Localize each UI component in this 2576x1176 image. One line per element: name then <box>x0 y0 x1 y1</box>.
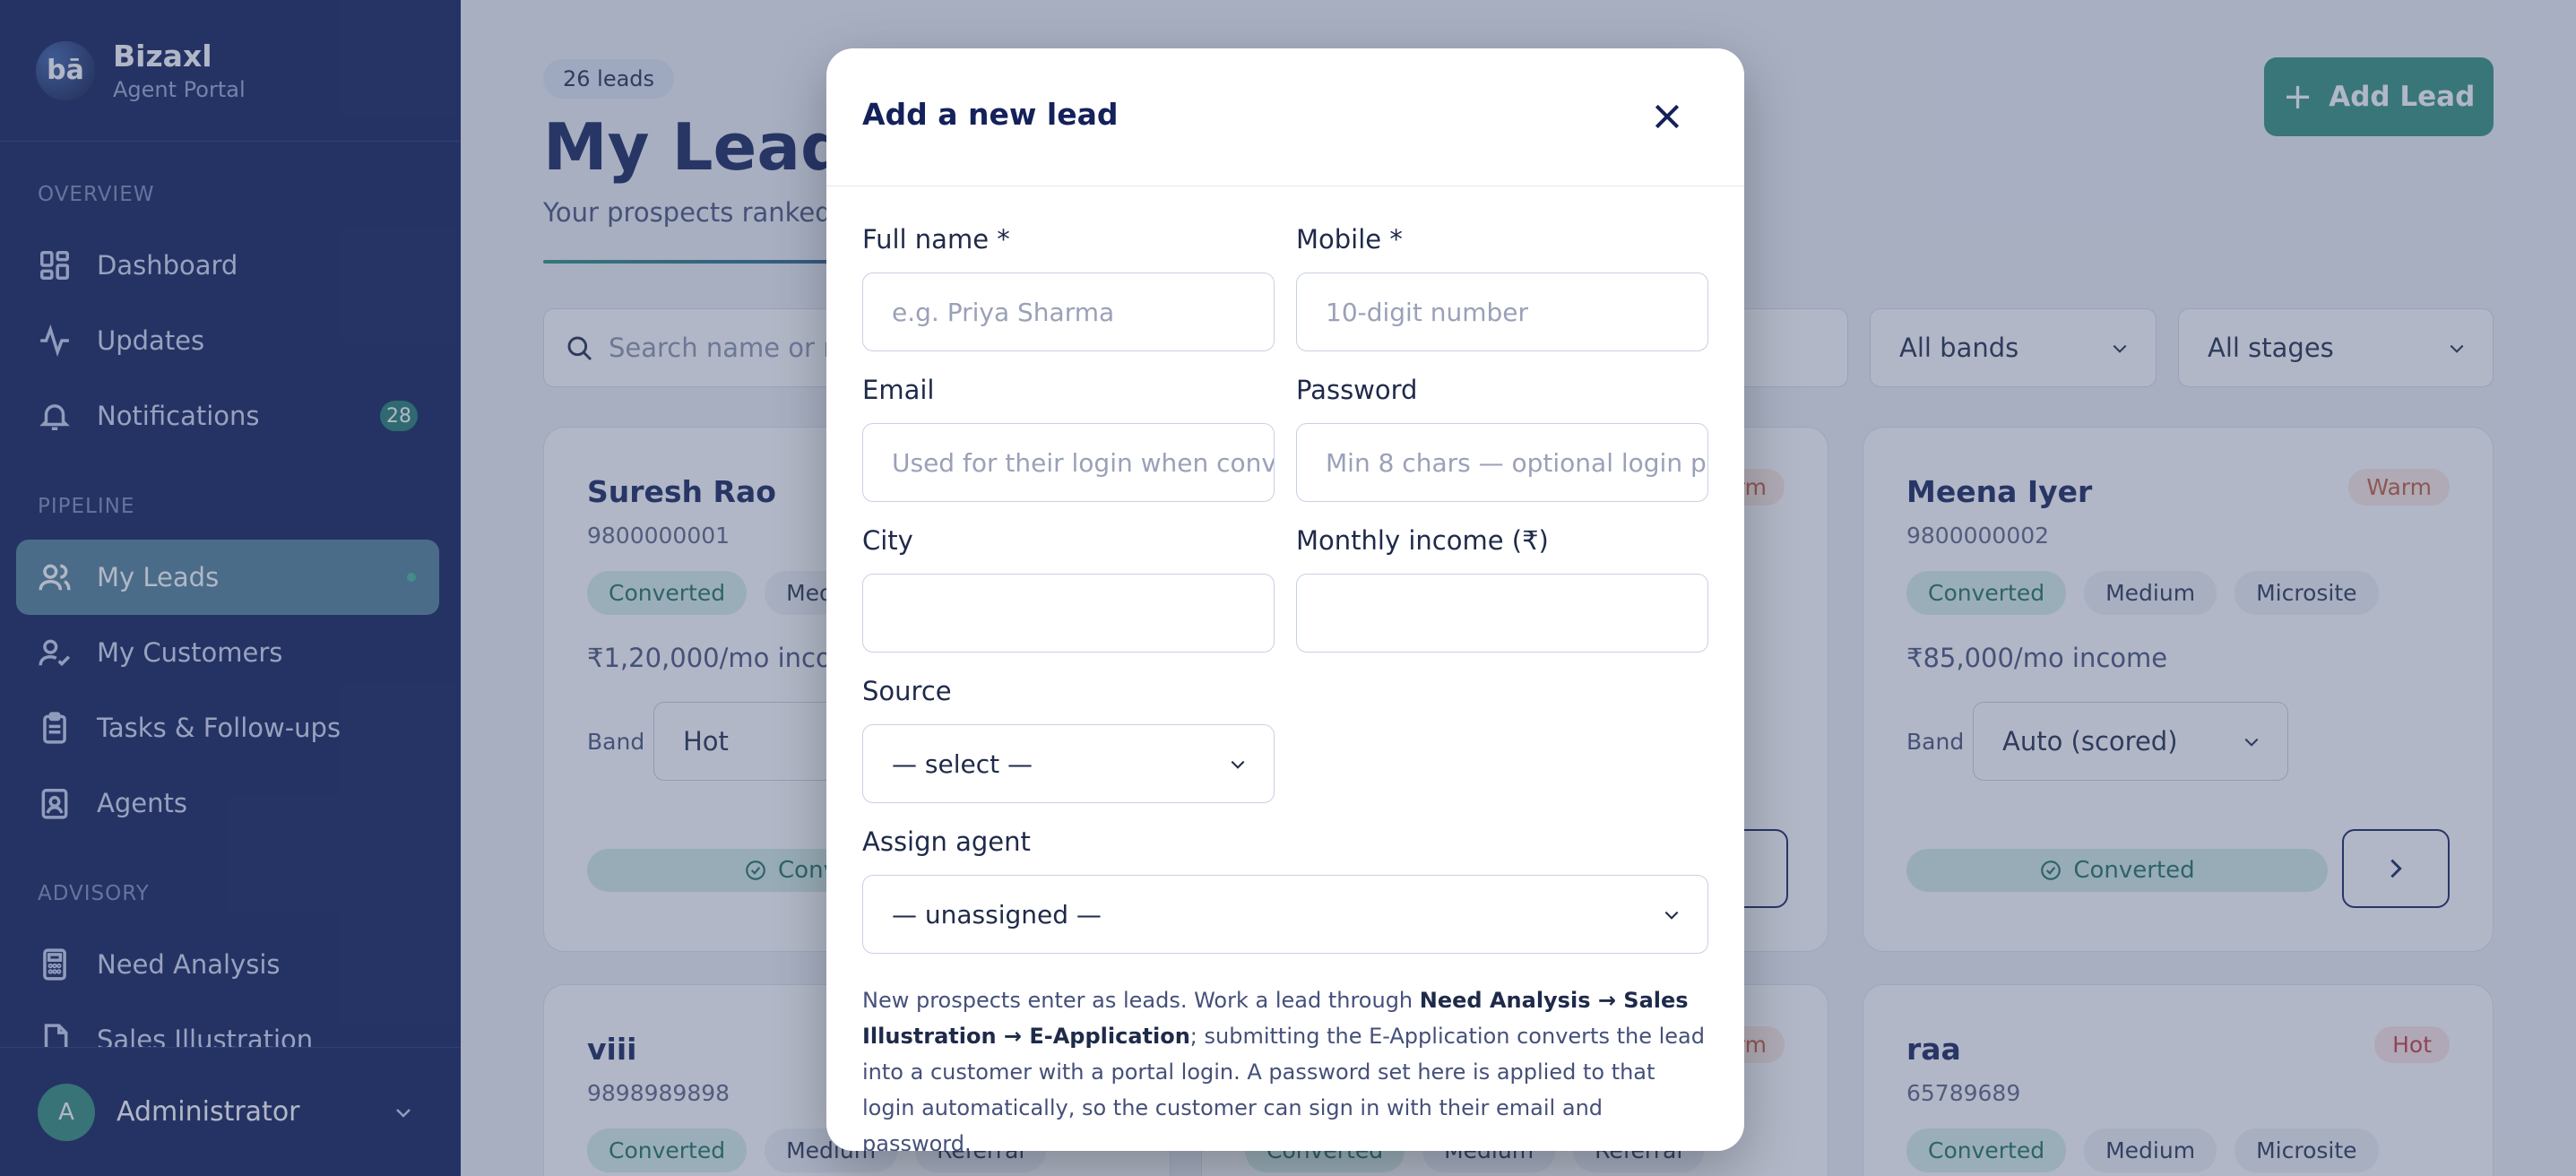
mobile-label: Mobile * <box>1296 224 1403 255</box>
mobile-placeholder: 10-digit number <box>1326 297 1528 327</box>
assign-agent-label: Assign agent <box>862 826 1031 857</box>
email-placeholder: Used for their login when conv <box>892 447 1275 478</box>
close-icon[interactable] <box>1649 99 1685 134</box>
city-input[interactable] <box>862 574 1275 653</box>
source-select[interactable]: — select — <box>862 724 1275 803</box>
mobile-input[interactable]: 10-digit number <box>1296 272 1708 351</box>
income-label: Monthly income (₹) <box>1296 525 1549 556</box>
password-input[interactable]: Min 8 chars — optional login pa <box>1296 423 1708 502</box>
full-name-placeholder: e.g. Priya Sharma <box>892 297 1115 327</box>
source-label: Source <box>862 676 952 706</box>
source-value: — select — <box>892 748 1033 779</box>
agent-value: — unassigned — <box>892 899 1102 930</box>
help-text: New prospects enter as leads. Work a lea… <box>862 988 1705 1151</box>
chevron-down-icon <box>1231 760 1245 769</box>
assign-agent-select[interactable]: — unassigned — <box>862 875 1708 954</box>
chevron-down-icon <box>1664 911 1679 920</box>
income-input[interactable] <box>1296 574 1708 653</box>
email-input[interactable]: Used for their login when conv <box>862 423 1275 502</box>
full-name-label: Full name * <box>862 224 1010 255</box>
email-label: Email <box>862 375 935 405</box>
add-lead-dialog: Add a new lead Full name * e.g. Priya Sh… <box>826 48 1744 1151</box>
dialog-title: Add a new lead <box>862 97 1119 132</box>
city-label: City <box>862 525 913 556</box>
password-label: Password <box>1296 375 1418 405</box>
password-placeholder: Min 8 chars — optional login pa <box>1326 447 1708 478</box>
full-name-input[interactable]: e.g. Priya Sharma <box>862 272 1275 351</box>
